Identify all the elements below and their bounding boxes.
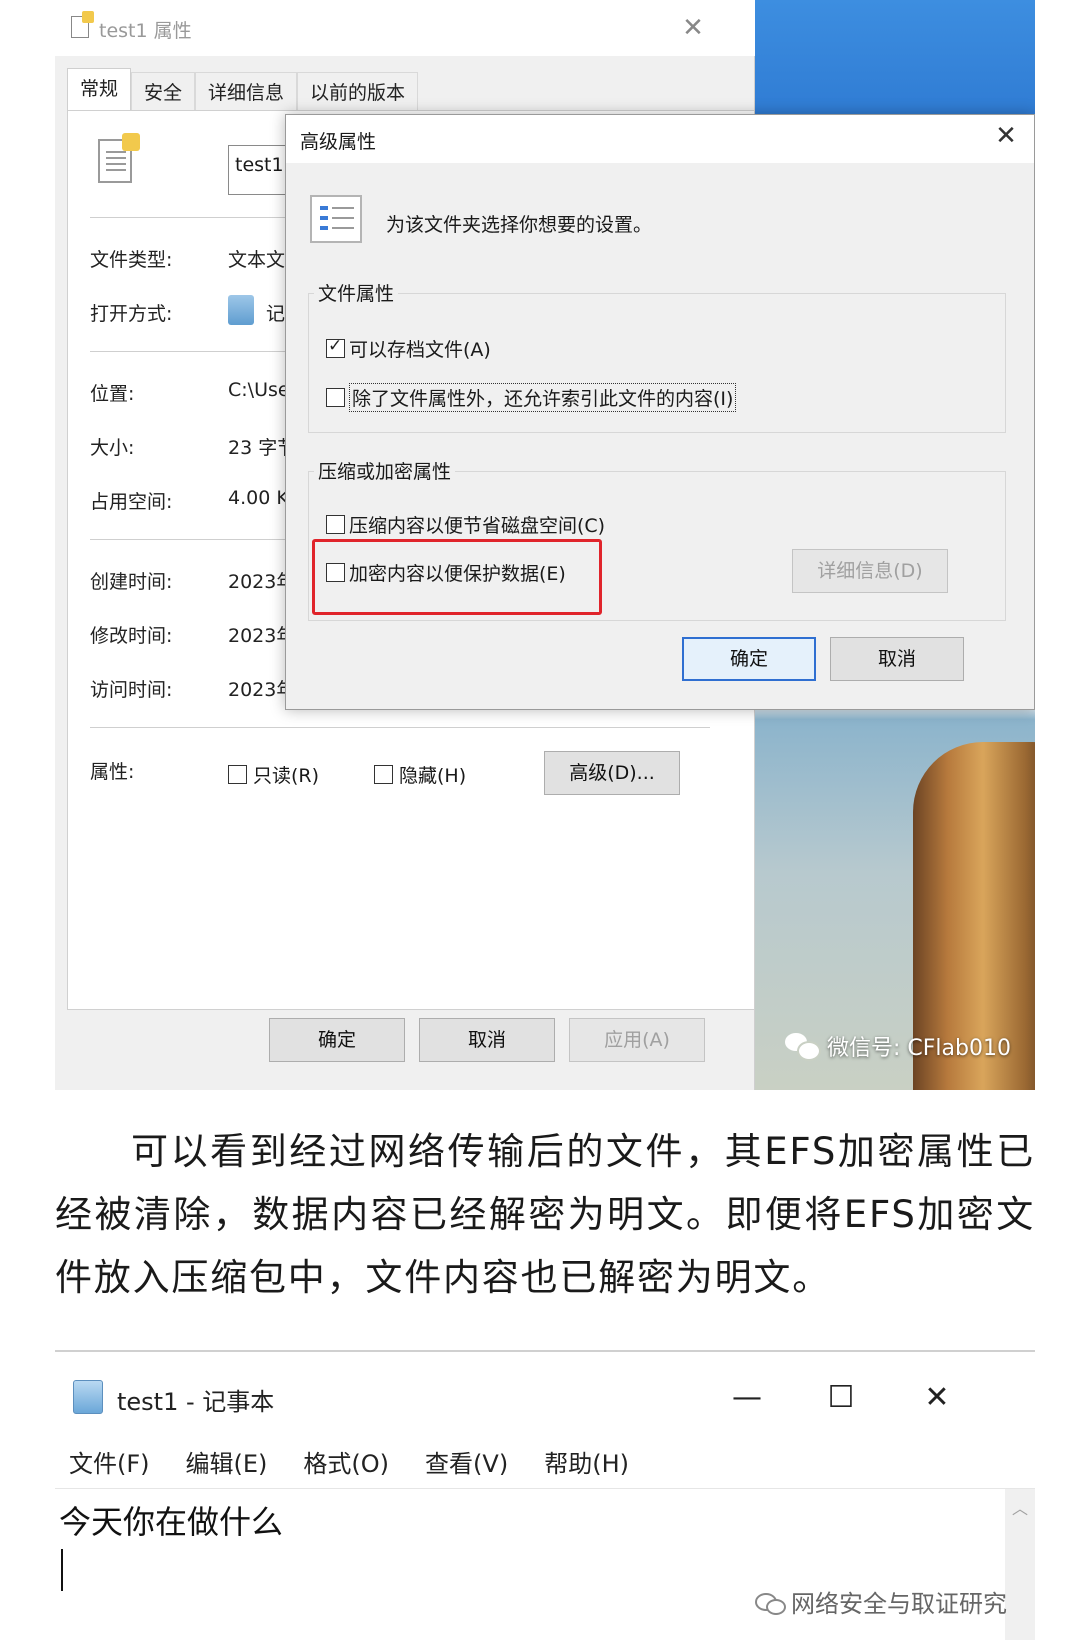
readonly-label: 只读(R) (253, 765, 320, 787)
wechat-watermark-text: 微信号: CFlab010 (827, 1036, 1011, 1061)
compress-checkbox[interactable] (326, 515, 345, 534)
advanced-close-button[interactable]: ✕ (988, 121, 1024, 151)
attributes-label: 属性: (90, 761, 135, 783)
text-caret (61, 1549, 63, 1591)
readonly-option[interactable]: 只读(R) (228, 761, 319, 788)
divider (90, 727, 710, 728)
notepad-menubar: 文件(F) 编辑(E) 格式(O) 查看(V) 帮助(H) (69, 1444, 629, 1479)
hidden-label: 隐藏(H) (399, 765, 467, 787)
compress-encrypt-group-title: 压缩或加密属性 (314, 457, 456, 484)
menu-edit[interactable]: 编辑(E) (186, 1444, 268, 1479)
index-checkbox[interactable] (326, 388, 345, 407)
advanced-description: 为该文件夹选择你想要的设置。 (386, 214, 653, 236)
text-file-lock-icon (71, 11, 94, 38)
disk-size-label: 占用空间: (90, 491, 173, 513)
created-label: 创建时间: (90, 571, 173, 593)
text-file-icon (98, 133, 140, 183)
file-attributes-group-title: 文件属性 (314, 279, 399, 306)
properties-cancel-button[interactable]: 取消 (419, 1018, 555, 1062)
tab-general[interactable]: 常规 (67, 68, 132, 112)
index-option[interactable]: 除了文件属性外，还允许索引此文件的内容(I) (326, 383, 737, 412)
checklist-icon (310, 195, 362, 243)
properties-tabs: 常规 安全 详细信息 以前的版本 (67, 68, 419, 112)
disk-size-value: 4.00 K (228, 487, 289, 509)
menu-help[interactable]: 帮助(H) (544, 1444, 629, 1479)
menu-view[interactable]: 查看(V) (425, 1444, 508, 1479)
advanced-titlebar: 高级属性 ✕ (286, 115, 1034, 163)
advanced-ok-button[interactable]: 确定 (682, 637, 816, 681)
file-type-value: 文本文 (228, 249, 286, 271)
close-button[interactable]: ✕ (917, 1378, 957, 1418)
footer-watermark: 网络安全与取证研究 (755, 1584, 1007, 1619)
archive-label: 可以存档文件(A) (349, 339, 491, 361)
notepad-app-icon (228, 295, 254, 325)
file-type-label: 文件类型: (90, 249, 173, 271)
archive-checkbox[interactable] (326, 336, 345, 358)
vertical-scrollbar[interactable]: ︿ (1005, 1489, 1035, 1640)
location-label: 位置: (90, 383, 135, 405)
properties-titlebar: test1 属性 ✕ (55, 0, 755, 56)
advanced-title: 高级属性 (300, 131, 377, 153)
readonly-checkbox[interactable] (228, 765, 247, 784)
modified-label: 修改时间: (90, 625, 173, 647)
wechat-icon (755, 1591, 786, 1615)
menu-format[interactable]: 格式(O) (303, 1444, 389, 1479)
encrypt-highlight-box (312, 539, 602, 615)
advanced-cancel-button[interactable]: 取消 (830, 637, 964, 681)
index-label: 除了文件属性外，还允许索引此文件的内容(I) (349, 383, 737, 412)
maximize-button[interactable]: ☐ (821, 1378, 861, 1418)
menu-file[interactable]: 文件(F) (69, 1444, 150, 1479)
scroll-up-arrow-icon[interactable]: ︿ (1012, 1495, 1028, 1519)
properties-ok-button[interactable]: 确定 (269, 1018, 405, 1062)
size-label: 大小: (90, 437, 135, 459)
properties-apply-button[interactable]: 应用(A) (569, 1018, 705, 1062)
advanced-attributes-dialog: 高级属性 ✕ 为该文件夹选择你想要的设置。 文件属性 可以存档文件(A) 除了文… (285, 114, 1035, 710)
wechat-watermark: 微信号: CFlab010 (785, 1030, 1011, 1062)
file-attributes-group (308, 293, 1006, 433)
tab-previous-versions[interactable]: 以前的版本 (297, 72, 419, 112)
properties-screenshot: 微信号: CFlab010 test1 属性 ✕ 常规 安全 详细信息 以前的版… (55, 0, 1035, 1090)
notepad-icon (73, 1380, 103, 1414)
footer-watermark-text: 网络安全与取证研究 (791, 1590, 1007, 1618)
compress-option[interactable]: 压缩内容以便节省磁盘空间(C) (326, 511, 605, 538)
hidden-option[interactable]: 隐藏(H) (374, 761, 466, 788)
tab-details[interactable]: 详细信息 (195, 72, 298, 112)
notepad-content: 今天你在做什么 (59, 1503, 284, 1541)
archive-option[interactable]: 可以存档文件(A) (326, 335, 491, 362)
properties-title: test1 属性 (99, 20, 192, 42)
accessed-label: 访问时间: (90, 679, 173, 701)
advanced-button[interactable]: 高级(D)... (544, 751, 680, 795)
tab-security[interactable]: 安全 (131, 72, 196, 112)
properties-close-button[interactable]: ✕ (675, 10, 711, 46)
hidden-checkbox[interactable] (374, 765, 393, 784)
compress-label: 压缩内容以便节省磁盘空间(C) (349, 515, 606, 537)
details-button[interactable]: 详细信息(D) (792, 549, 948, 593)
minimize-button[interactable]: — (727, 1378, 767, 1418)
location-value: C:\Use (228, 379, 290, 401)
open-with-label: 打开方式: (90, 303, 173, 325)
notepad-title: test1 - 记事本 (117, 1388, 275, 1416)
article-paragraph: 可以看到经过网络传输后的文件，其EFS加密属性已经被清除，数据内容已经解密为明文… (55, 1130, 1035, 1299)
open-with-value: 记 (266, 303, 286, 325)
wechat-icon (785, 1033, 821, 1061)
